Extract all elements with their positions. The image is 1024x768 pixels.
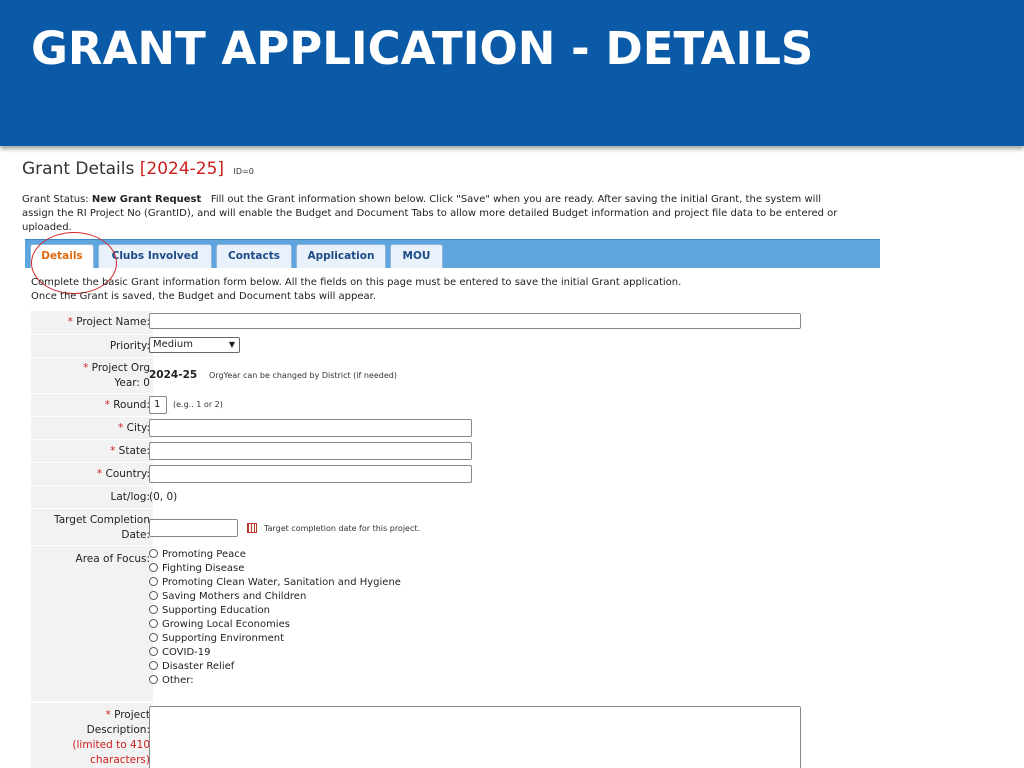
priority-value: Medium — [153, 339, 193, 350]
state-label: * State: — [31, 440, 153, 463]
project-description-label: * Project Description: (limited to 410 c… — [31, 703, 153, 768]
latlog-value: (0, 0) — [149, 491, 178, 503]
grant-details-screenshot: Grant Details [2024-25] ID=0 Grant Statu… — [22, 155, 880, 768]
heading-label: Grant Details — [22, 159, 135, 179]
focus-option-clean-water[interactable]: Promoting Clean Water, Sanitation and Hy… — [149, 577, 401, 588]
target-date-label: Target Completion Date: — [31, 509, 153, 546]
tab-clubs-involved[interactable]: Clubs Involved — [98, 244, 212, 268]
status-line3: uploaded. — [22, 222, 72, 233]
calendar-icon[interactable] — [247, 523, 257, 533]
round-input[interactable]: 1 — [149, 396, 167, 414]
focus-option-mothers-children[interactable]: Saving Mothers and Children — [149, 591, 306, 602]
city-input[interactable] — [149, 419, 472, 437]
project-name-label: * Project Name: — [31, 311, 153, 335]
state-input[interactable] — [149, 442, 472, 460]
radio-button[interactable] — [149, 563, 158, 572]
row-city: * City: — [31, 417, 880, 440]
tab-details[interactable]: Details — [30, 244, 94, 268]
slide-banner: GRANT APPLICATION - DETAILS — [0, 0, 1024, 146]
project-name-input[interactable] — [149, 313, 801, 329]
row-project-name: * Project Name: — [31, 311, 880, 335]
slide-title: GRANT APPLICATION - DETAILS — [31, 22, 814, 75]
focus-option-promoting-peace[interactable]: Promoting Peace — [149, 549, 246, 560]
focus-option-environment[interactable]: Supporting Environment — [149, 633, 284, 644]
grant-status-text: Grant Status: New Grant Request Fill out… — [22, 193, 880, 235]
row-state: * State: — [31, 440, 880, 463]
area-of-focus-label: Area of Focus: — [31, 546, 153, 702]
focus-option-covid19[interactable]: COVID-19 — [149, 647, 211, 658]
focus-option-fighting-disease[interactable]: Fighting Disease — [149, 563, 244, 574]
row-org-year: * Project Org Year: 0 2024-25 OrgYear ca… — [31, 358, 880, 394]
chevron-down-icon: ▼ — [228, 340, 235, 349]
row-latlog: Lat/log: (0, 0) — [31, 486, 880, 509]
radio-button[interactable] — [149, 549, 158, 558]
status-value: New Grant Request — [91, 194, 202, 205]
grant-id: ID=0 — [233, 167, 254, 176]
org-year-label: * Project Org Year: 0 — [31, 358, 153, 394]
status-line2: assign the RI Project No (GrantID), and … — [22, 208, 838, 219]
target-date-hint: Target completion date for this project. — [264, 524, 421, 533]
form-intro: Complete the basic Grant information for… — [31, 276, 681, 304]
round-label: * Round: — [31, 394, 153, 417]
row-priority: Priority: Medium ▼ — [31, 335, 880, 358]
grant-details-heading: Grant Details [2024-25] ID=0 — [22, 159, 254, 179]
status-label: Grant Status: — [22, 194, 89, 205]
radio-button[interactable] — [149, 647, 158, 656]
round-hint: (e.g.. 1 or 2) — [173, 400, 223, 409]
heading-year: [2024-25] — [139, 159, 225, 179]
status-line1: Fill out the Grant information shown bel… — [210, 194, 821, 205]
intro-line1: Complete the basic Grant information for… — [31, 277, 682, 288]
radio-button[interactable] — [149, 591, 158, 600]
radio-button[interactable] — [149, 605, 158, 614]
radio-button[interactable] — [149, 577, 158, 586]
project-description-textarea[interactable] — [149, 706, 801, 768]
radio-button[interactable] — [149, 675, 158, 684]
row-area-of-focus: Area of Focus: Promoting Peace Fighting … — [31, 546, 880, 702]
focus-option-local-economies[interactable]: Growing Local Economies — [149, 619, 290, 630]
country-input[interactable] — [149, 465, 472, 483]
intro-line2: Once the Grant is saved, the Budget and … — [31, 291, 376, 302]
city-label: * City: — [31, 417, 153, 440]
priority-label: Priority: — [31, 335, 153, 358]
tab-application[interactable]: Application — [296, 244, 386, 268]
latlog-label: Lat/log: — [31, 486, 153, 509]
row-target-date: Target Completion Date: Target completio… — [31, 509, 880, 546]
focus-option-other[interactable]: Other: — [149, 675, 194, 686]
org-year-note: OrgYear can be changed by District (if n… — [209, 371, 397, 380]
focus-option-disaster-relief[interactable]: Disaster Relief — [149, 661, 234, 672]
target-date-input[interactable] — [149, 519, 238, 537]
radio-button[interactable] — [149, 619, 158, 628]
row-round: * Round: 1 (e.g.. 1 or 2) — [31, 394, 880, 417]
priority-select[interactable]: Medium ▼ — [149, 337, 240, 353]
tab-mou[interactable]: MOU — [390, 244, 443, 268]
tab-bar: Details Clubs Involved Contacts Applicat… — [25, 239, 880, 268]
radio-button[interactable] — [149, 661, 158, 670]
focus-option-education[interactable]: Supporting Education — [149, 605, 270, 616]
org-year-value: 2024-25 — [149, 369, 198, 381]
radio-button[interactable] — [149, 633, 158, 642]
country-label: * Country: — [31, 463, 153, 486]
row-country: * Country: — [31, 463, 880, 486]
row-project-description: * Project Description: (limited to 410 c… — [31, 703, 880, 768]
tab-contacts[interactable]: Contacts — [216, 244, 292, 268]
